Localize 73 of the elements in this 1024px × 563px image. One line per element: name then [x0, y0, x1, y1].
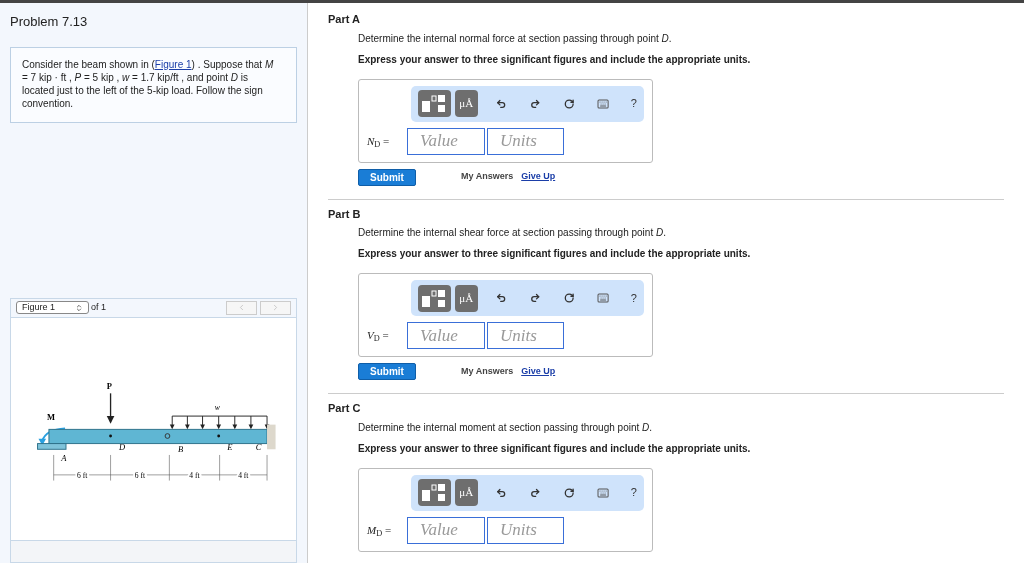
point-d-dot	[109, 434, 112, 437]
submit-button[interactable]: Submit	[358, 168, 416, 186]
submit-button[interactable]: Submit	[358, 363, 416, 380]
dimension-label: 4 ft	[189, 470, 200, 480]
redo-icon[interactable]	[529, 486, 541, 499]
undo-icon[interactable]	[495, 97, 506, 110]
dimension-label: 4 ft	[238, 470, 249, 480]
answer-symbol: N$_{D}$ =	[367, 133, 391, 150]
part-title: Part A	[328, 12, 360, 27]
keyboard-icon[interactable]	[596, 291, 609, 305]
question-text: Determine the internal normal force at section passing through point D.	[358, 31, 672, 46]
label-m: M	[47, 411, 56, 422]
label-b: B	[177, 443, 184, 454]
question-text: Determine the internal shear force at section passing through point D.	[358, 226, 666, 240]
templates-button[interactable]	[418, 479, 451, 506]
help-button[interactable]: ?	[630, 484, 637, 501]
undo-icon[interactable]	[495, 292, 506, 304]
fraction-template-icon	[421, 483, 448, 502]
roller-support	[37, 442, 67, 450]
instruction-text: Express your answer to three significant figures and include the appropriate units.	[358, 247, 751, 261]
redo-icon[interactable]	[529, 97, 541, 110]
units-button[interactable]: μÅ	[454, 284, 478, 312]
wall	[267, 424, 276, 449]
point-e-dot	[217, 434, 221, 437]
redo-icon[interactable]	[529, 292, 541, 304]
dimension-label: 6 ft	[76, 470, 88, 480]
question-text: Determine the internal moment at section passing through point D.	[358, 420, 653, 435]
figure-select[interactable]: Figure 1	[16, 301, 89, 314]
keyboard-icon[interactable]	[596, 96, 609, 111]
chevron-left-icon	[237, 303, 246, 312]
units-button[interactable]: μÅ	[454, 479, 478, 506]
templates-button[interactable]	[418, 90, 451, 117]
give-up-link[interactable]: Give Up	[521, 170, 556, 184]
value-field[interactable]: Value	[407, 322, 485, 349]
answer-symbol: V$_{D}$ =	[367, 328, 390, 344]
answer-symbol: M$_{D}$ =	[367, 522, 393, 539]
value-field[interactable]: Value	[407, 127, 485, 155]
my-answers-text: My Answers	[461, 170, 514, 184]
label-p: P	[106, 380, 112, 391]
undo-icon[interactable]	[495, 486, 506, 499]
chevron-right-icon	[271, 303, 280, 312]
reset-icon[interactable]	[564, 97, 575, 110]
part-title: Part B	[328, 206, 361, 222]
updown-icon	[75, 303, 83, 312]
help-button[interactable]: ?	[630, 95, 637, 112]
give-up-link[interactable]: Give Up	[521, 364, 556, 379]
fraction-template-icon	[421, 94, 448, 113]
dimension-label: 6 ft	[134, 470, 146, 480]
reset-icon[interactable]	[564, 292, 575, 304]
label-d: D	[119, 441, 126, 452]
label-w: w	[214, 402, 220, 412]
reset-icon[interactable]	[564, 486, 575, 499]
help-button[interactable]: ?	[630, 289, 637, 307]
instruction-text: Express your answer to three significant figures and include the appropriate units.	[358, 52, 751, 67]
instruction-text: Express your answer to three significant figures and include the appropriate units.	[358, 441, 751, 456]
hinge	[164, 432, 171, 439]
problem-title: Problem 7.13	[10, 13, 88, 31]
units-field[interactable]: Units	[487, 516, 564, 544]
figure-count: of 1	[91, 300, 106, 314]
units-field[interactable]: Units	[487, 322, 564, 349]
point-load-arrow	[106, 392, 115, 424]
value-field[interactable]: Value	[407, 516, 485, 544]
templates-button[interactable]	[418, 284, 451, 312]
keyboard-icon[interactable]	[596, 485, 609, 500]
part-title: Part C	[328, 401, 361, 416]
my-answers-text: My Answers	[461, 364, 514, 378]
units-field[interactable]: Units	[487, 127, 564, 155]
label-a: A	[61, 452, 67, 463]
label-e: E	[227, 441, 233, 452]
fraction-template-icon	[421, 288, 448, 308]
label-c: C	[255, 441, 262, 452]
problem-statement: Consider the beam shown in (Figure 1) . Suppose that M = 7 kip · ft , P = 5 kip , w = 1.7 kip/ft , and point D is located just to the left of the 5-kip load. Follow the sign convention.	[22, 57, 275, 110]
units-button[interactable]: μÅ	[454, 90, 478, 117]
